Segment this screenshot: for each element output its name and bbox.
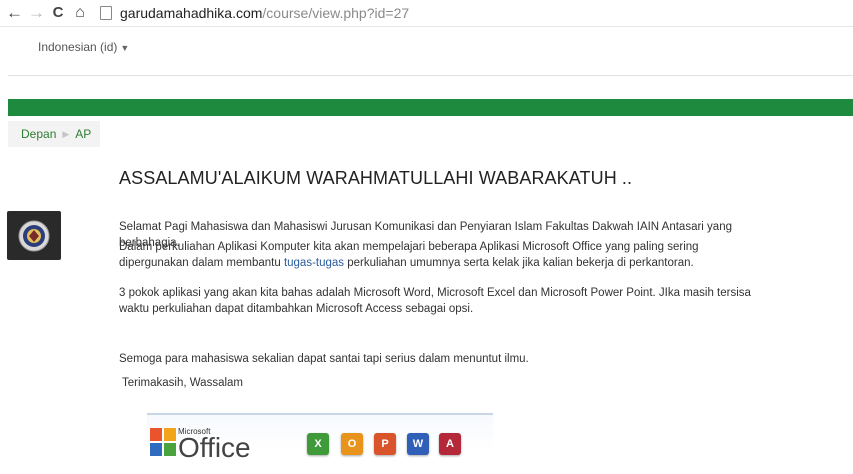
browser-toolbar: ← → C ⌂ garudamahadhika.com/course/view.…: [0, 0, 853, 27]
breadcrumb-item-depan[interactable]: Depan: [21, 127, 56, 141]
main-content: ASSALAMU'ALAIKUM WARAHMATULLAHI WABARAKA…: [119, 168, 759, 389]
office-banner-image: Microsoft Office X O P W A: [147, 413, 493, 474]
reload-icon[interactable]: C: [50, 4, 66, 22]
tugas-tugas-link[interactable]: tugas-tugas: [284, 257, 344, 269]
course-logo: [7, 211, 61, 260]
paragraph-intro-text-end: perkuliahan umumnya serta kelak jika kal…: [344, 257, 694, 269]
seal-icon: [18, 220, 50, 251]
language-selector[interactable]: Indonesian (id) ▼: [38, 40, 129, 54]
language-label: Indonesian (id): [38, 40, 118, 54]
breadcrumb: Depan ▶ AP: [8, 121, 100, 147]
office-brand-large: Office: [178, 432, 251, 463]
powerpoint-icon: P: [374, 433, 396, 455]
outlook-icon: O: [341, 433, 363, 455]
office-wordmark: Microsoft Office: [178, 427, 251, 463]
divider: [8, 75, 853, 76]
paragraph-intro: Dalam perkuliahan Aplikasi Komputer kita…: [119, 239, 759, 271]
back-icon[interactable]: ←: [6, 4, 23, 22]
access-icon: A: [439, 433, 461, 455]
excel-icon: X: [307, 433, 329, 455]
language-bar: Indonesian (id) ▼: [0, 26, 853, 74]
breadcrumb-separator-icon: ▶: [62, 128, 70, 139]
page-heading: ASSALAMU'ALAIKUM WARAHMATULLAHI WABARAKA…: [119, 168, 633, 188]
word-icon: W: [407, 433, 429, 455]
breadcrumb-item-ap[interactable]: AP: [75, 127, 91, 141]
office-logo-icon: [150, 428, 176, 456]
paragraph-closing: Semoga para mahasiswa sekalian dapat san…: [119, 353, 529, 365]
chevron-down-icon: ▼: [120, 43, 130, 53]
home-icon[interactable]: ⌂: [72, 4, 88, 22]
address-bar[interactable]: garudamahadhika.com/course/view.php?id=2…: [100, 5, 409, 21]
url-path: /course/view.php?id=27: [262, 5, 410, 21]
header-green-bar: [8, 99, 853, 116]
url-domain: garudamahadhika.com: [120, 5, 263, 21]
page-icon: [100, 6, 112, 20]
forward-icon[interactable]: →: [28, 4, 45, 22]
paragraph-signoff: Terimakasih, Wassalam: [122, 377, 243, 389]
banner-border: [147, 413, 493, 415]
paragraph-applications: 3 pokok aplikasi yang akan kita bahas ad…: [119, 287, 751, 315]
